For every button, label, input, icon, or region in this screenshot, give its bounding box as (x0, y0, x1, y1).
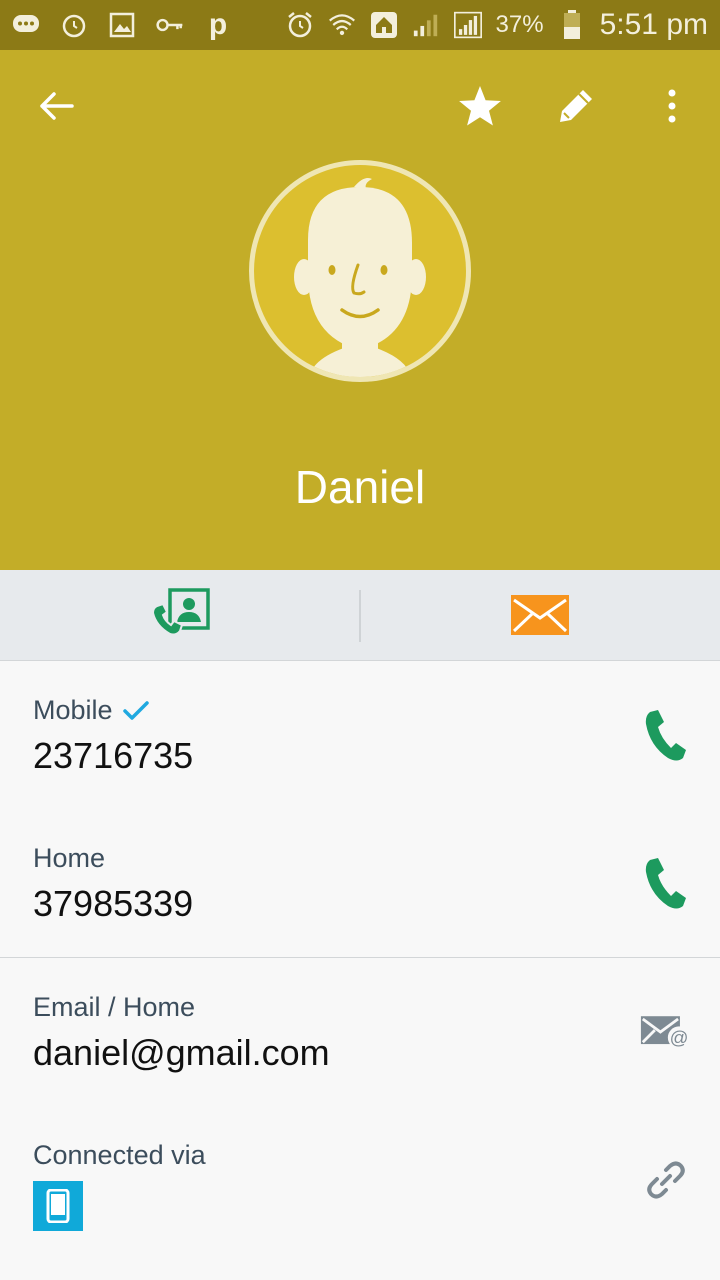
p-app-icon: p (208, 8, 228, 41)
more-vertical-icon (668, 89, 676, 123)
link-icon (647, 1161, 685, 1199)
action-divider (359, 590, 361, 642)
alarm-clock-icon (286, 11, 314, 39)
battery-icon (558, 10, 586, 39)
svg-text:@: @ (670, 1027, 689, 1048)
home-icon (370, 11, 398, 39)
edit-button[interactable] (552, 82, 600, 130)
call-button[interactable] (640, 705, 692, 765)
contact-header: Daniel (0, 50, 720, 570)
connected-via-row[interactable]: Connected via (0, 1106, 720, 1254)
alarm-icon (60, 11, 88, 39)
contact-message-button[interactable] (508, 585, 572, 645)
favorite-button[interactable] (456, 82, 504, 130)
battery-percent: 37% (495, 11, 544, 38)
check-icon (122, 700, 149, 720)
envelope-icon (511, 595, 569, 635)
email-at-icon: @ (640, 1016, 691, 1049)
contact-call-button[interactable] (148, 585, 212, 645)
clock: 5:51 pm (599, 8, 708, 41)
phone-label: Home (33, 843, 106, 873)
contact-details: Mobile 23716735 Home 37985339 Email / Ho… (0, 661, 720, 1254)
phone-row-home[interactable]: Home 37985339 (0, 809, 720, 957)
phone-number: 37985339 (33, 883, 194, 924)
back-button[interactable] (32, 82, 80, 130)
back-arrow-icon (40, 92, 74, 120)
pencil-icon (560, 90, 592, 122)
contact-call-icon (151, 588, 210, 636)
email-row[interactable]: Email / Home daniel@gmail.com @ (0, 958, 720, 1106)
default-avatar-icon (294, 178, 426, 377)
phone-label: Mobile (33, 695, 149, 726)
key-icon (156, 11, 184, 39)
status-bar: p 37% 5:51 pm (0, 0, 720, 50)
connected-label: Connected via (33, 1140, 206, 1170)
quick-action-bar (0, 570, 720, 661)
signal-icon (453, 11, 482, 39)
message-icon (12, 11, 40, 39)
more-options-button[interactable] (648, 82, 696, 130)
link-button[interactable] (640, 1150, 692, 1210)
phone-device-icon (33, 1181, 83, 1231)
email-label: Email / Home (33, 992, 196, 1022)
send-email-button[interactable]: @ (640, 1002, 692, 1062)
phone-number: 23716735 (33, 735, 194, 776)
phone-icon (645, 710, 686, 761)
star-icon (459, 86, 501, 126)
email-address: daniel@gmail.com (33, 1032, 330, 1073)
signal-icon (412, 11, 440, 39)
avatar[interactable] (249, 160, 471, 382)
phone-icon (645, 858, 686, 909)
wifi-icon (328, 11, 356, 39)
call-button[interactable] (640, 853, 692, 913)
contact-name: Daniel (294, 461, 426, 513)
gallery-icon (108, 11, 136, 39)
phone-row-mobile[interactable]: Mobile 23716735 (0, 661, 720, 809)
